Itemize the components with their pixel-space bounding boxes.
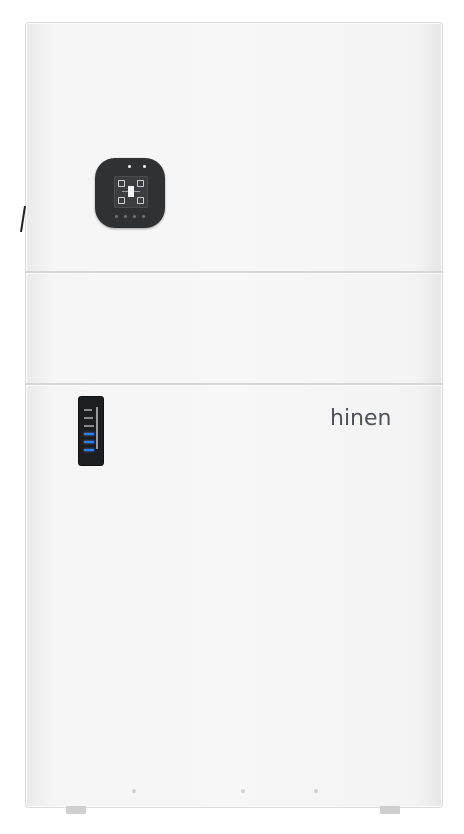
battery-soc-indicator — [78, 396, 104, 466]
soc-level-bar — [84, 425, 94, 427]
lcd-screen — [114, 176, 148, 208]
pv-icon — [137, 180, 144, 187]
screw-hole — [241, 789, 245, 793]
soc-level-bar — [84, 441, 94, 443]
screw-hole — [314, 789, 318, 793]
home-load-icon — [137, 197, 144, 204]
panel-seam-upper — [26, 271, 442, 274]
soc-level-bar — [84, 409, 92, 411]
soc-level-bar — [84, 449, 94, 451]
flow-line — [134, 191, 140, 192]
panel-seam-lower — [26, 383, 442, 386]
control-button[interactable] — [115, 215, 118, 218]
inverter-icon — [128, 186, 134, 197]
cabinet-foot-right — [380, 806, 400, 814]
soc-level-bar — [84, 417, 93, 419]
brand-logo: hinen — [330, 406, 392, 431]
control-button[interactable] — [133, 215, 136, 218]
battery-icon — [118, 197, 125, 204]
soc-scale-marker — [96, 407, 98, 449]
control-button[interactable] — [142, 215, 145, 218]
soc-level-bar — [84, 433, 94, 435]
side-bracket — [20, 206, 26, 232]
grid-icon — [118, 180, 125, 187]
status-led — [128, 165, 131, 168]
status-led — [143, 165, 146, 168]
control-button[interactable] — [124, 215, 127, 218]
cabinet-foot-left — [66, 806, 86, 814]
screw-hole — [132, 789, 136, 793]
display-module[interactable] — [95, 158, 165, 228]
button-row — [95, 215, 165, 219]
